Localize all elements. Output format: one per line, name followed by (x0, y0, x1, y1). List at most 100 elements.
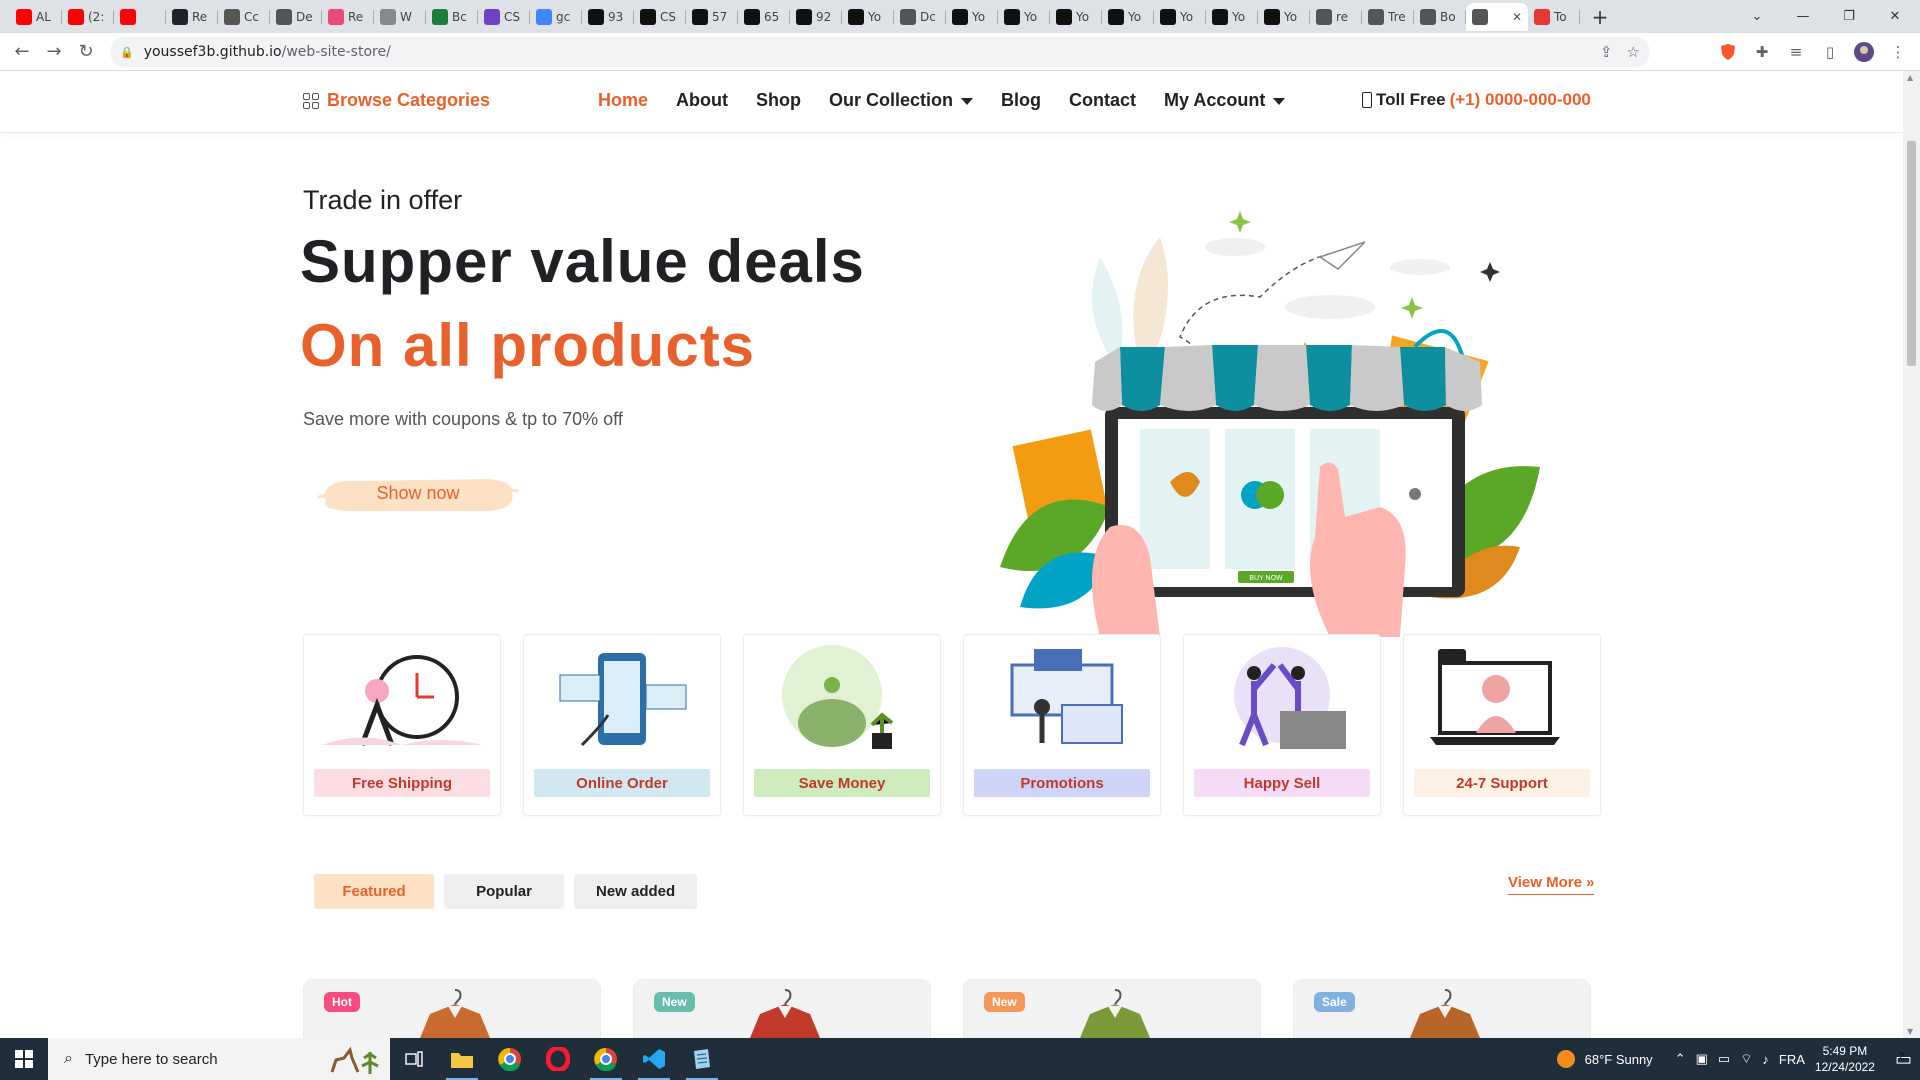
view-more-link[interactable]: View More » (1508, 874, 1595, 895)
browser-tab[interactable]: Re (166, 3, 218, 31)
file-explorer-button[interactable] (438, 1038, 486, 1080)
side-panel-icon[interactable]: ▯ (1820, 42, 1840, 62)
new-tab-button[interactable]: + (1586, 3, 1614, 31)
github-icon (1004, 8, 1020, 25)
browse-categories-button[interactable]: Browse Categories (303, 90, 490, 111)
browser-tab[interactable]: Yo (946, 3, 998, 31)
browser-tab[interactable]: ✕ (1466, 2, 1528, 31)
scroll-down-icon[interactable]: ▼ (1907, 1027, 1913, 1036)
browser-tab[interactable]: To (1528, 3, 1580, 31)
product-card[interactable]: New (963, 979, 1261, 1038)
browser-tab[interactable]: 57 (686, 3, 738, 31)
input-language[interactable]: FRA (1779, 1052, 1805, 1067)
browser-tab[interactable]: Yo (1206, 3, 1258, 31)
browser-tab[interactable]: Cc (218, 3, 270, 31)
browser-tab[interactable]: 92 (790, 3, 842, 31)
wifi-icon[interactable]: ⌔ (1740, 1051, 1752, 1067)
nav-item-about[interactable]: About (676, 90, 728, 111)
volume-icon[interactable]: ♪ (1762, 1052, 1769, 1067)
browser-tab[interactable]: W (374, 3, 426, 31)
bookmark-star-icon[interactable]: ☆ (1627, 43, 1640, 61)
feature-card[interactable]: 24-7 Support (1403, 634, 1601, 816)
browser-tab[interactable]: Re (322, 3, 374, 31)
browser-tab[interactable]: CS (634, 3, 686, 31)
notification-icon[interactable]: ▭ 2 (1895, 1049, 1912, 1070)
task-view-button[interactable] (390, 1038, 438, 1080)
battery-icon[interactable]: ▭ (1718, 1051, 1730, 1067)
reading-list-icon[interactable]: ≡ (1786, 42, 1806, 62)
nav-item-blog[interactable]: Blog (1001, 90, 1041, 111)
browser-tab[interactable]: 65 (738, 3, 790, 31)
product-card[interactable]: Sale (1293, 979, 1591, 1038)
url-input[interactable]: 🔒 youssef3b.github.io/web-site-store/ ⇪ … (110, 37, 1650, 67)
product-tab[interactable]: New added (574, 874, 698, 909)
back-button[interactable]: ← (6, 36, 38, 68)
product-card[interactable]: New (633, 979, 931, 1038)
codepen-icon (692, 8, 708, 25)
weather-text[interactable]: 68°F Sunny (1585, 1052, 1653, 1067)
browser-tab[interactable]: Yo (1258, 3, 1310, 31)
browser-tab[interactable]: gc (530, 3, 582, 31)
chrome-app-button[interactable] (486, 1038, 534, 1080)
nav-item-our-collection[interactable]: Our Collection (829, 90, 974, 111)
browser-tab[interactable]: AL (10, 3, 62, 31)
feature-card[interactable]: Happy Sell (1183, 634, 1381, 816)
forward-button[interactable]: → (38, 36, 70, 68)
url-host: youssef3b.github.io (143, 44, 282, 60)
minimize-button[interactable]: — (1780, 0, 1826, 33)
browser-tab[interactable]: Yo (998, 3, 1050, 31)
tab-search-icon[interactable]: ⌄ (1734, 0, 1780, 33)
buy-now-label: BUY NOW (1249, 575, 1283, 582)
nav-item-shop[interactable]: Shop (756, 90, 801, 111)
feature-card[interactable]: Online Order (523, 634, 721, 816)
scroll-up-icon[interactable]: ▲ (1907, 73, 1913, 82)
browser-tab[interactable]: Dc (894, 3, 946, 31)
browser-tab[interactable]: CS (478, 3, 530, 31)
browser-tab[interactable]: De (270, 3, 322, 31)
start-button[interactable] (0, 1038, 48, 1080)
product-tab[interactable]: Featured (314, 874, 434, 909)
clock[interactable]: 5:49 PM 12/24/2022 (1815, 1043, 1875, 1075)
feature-card[interactable]: Promotions (963, 634, 1161, 816)
vscode-app-button[interactable] (630, 1038, 678, 1080)
notepad-app-button[interactable] (678, 1038, 726, 1080)
browser-tab[interactable]: Yo (1050, 3, 1102, 31)
browser-tab[interactable]: Yo (1154, 3, 1206, 31)
show-now-button[interactable]: Show now (318, 473, 518, 513)
github-icon (1056, 8, 1072, 25)
extensions-icon[interactable]: ✚ (1752, 42, 1772, 62)
feature-card[interactable]: Save Money (743, 634, 941, 816)
browser-tab[interactable]: re (1310, 3, 1362, 31)
browser-tab[interactable] (114, 3, 166, 31)
nav-item-contact[interactable]: Contact (1069, 90, 1136, 111)
taskbar-search-input[interactable]: ⌕ Type here to search (48, 1038, 390, 1080)
browser-tab[interactable]: 93 (582, 3, 634, 31)
feature-card[interactable]: Free Shipping (303, 634, 501, 816)
reload-button[interactable]: ↻ (70, 36, 102, 68)
show-hidden-icons-icon[interactable]: ⌃ (1675, 1051, 1686, 1067)
close-window-button[interactable]: ✕ (1872, 0, 1918, 33)
chrome-active-button[interactable] (582, 1038, 630, 1080)
nav-item-home[interactable]: Home (598, 90, 648, 111)
meet-now-icon[interactable]: ▣ (1696, 1051, 1708, 1067)
profile-avatar[interactable] (1854, 42, 1874, 62)
nav-item-my-account[interactable]: My Account (1164, 90, 1286, 111)
product-tab[interactable]: Popular (444, 874, 564, 909)
restore-button[interactable]: ❐ (1826, 0, 1872, 33)
share-icon[interactable]: ⇪ (1600, 43, 1613, 61)
browser-tab[interactable]: Bo (1414, 3, 1466, 31)
toll-free-number[interactable]: (+1) 0000-000-000 (1450, 90, 1591, 110)
browser-tab[interactable]: (2: (62, 3, 114, 31)
page-scrollbar[interactable]: ▲ ▼ (1903, 71, 1920, 1038)
browser-tab[interactable]: Tre (1362, 3, 1414, 31)
product-card[interactable]: Hot (303, 979, 601, 1038)
browser-tab[interactable]: Yo (1102, 3, 1154, 31)
browser-tab[interactable]: Bc (426, 3, 478, 31)
browser-tab-label: AL (36, 9, 51, 24)
brave-shield-icon[interactable] (1718, 42, 1738, 62)
browser-tab[interactable]: Yo (842, 3, 894, 31)
close-tab-icon[interactable]: ✕ (1512, 10, 1522, 24)
scrollbar-thumb[interactable] (1907, 141, 1916, 366)
menu-kebab-icon[interactable]: ⋮ (1888, 42, 1908, 62)
opera-app-button[interactable] (534, 1038, 582, 1080)
